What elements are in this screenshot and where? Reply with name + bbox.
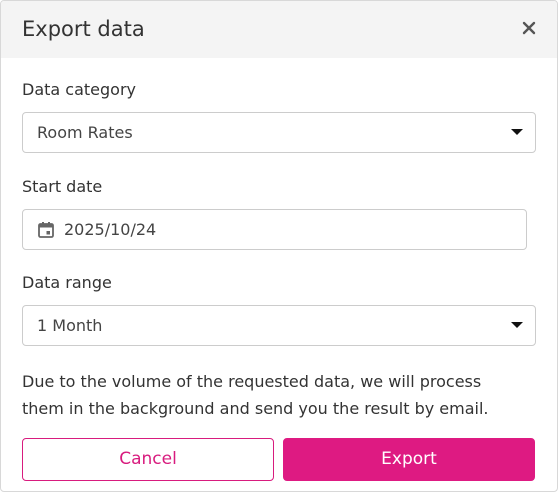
calendar-icon [37,221,55,239]
dialog-title: Export data [22,17,145,41]
chevron-down-icon [511,129,523,135]
data-range-select[interactable]: 1 Month [22,305,536,346]
start-date-label: Start date [22,177,103,196]
background-processing-notice: Due to the volume of the requested data,… [22,372,489,418]
export-dialog: Export data Data category Room Rates Sta… [0,0,558,492]
data-range-label: Data range [22,273,112,292]
close-button[interactable] [518,17,540,39]
data-category-select[interactable]: Room Rates [22,112,536,153]
close-icon [518,17,540,39]
data-category-value: Room Rates [37,123,133,142]
data-category-label: Data category [22,80,136,99]
data-range-value: 1 Month [37,316,103,335]
chevron-down-icon [511,322,523,328]
dialog-header: Export data [1,1,557,58]
start-date-value: 2025/10/24 [64,220,157,239]
start-date-input[interactable]: 2025/10/24 [22,209,527,250]
export-button[interactable]: Export [283,438,535,481]
cancel-button[interactable]: Cancel [22,438,274,481]
